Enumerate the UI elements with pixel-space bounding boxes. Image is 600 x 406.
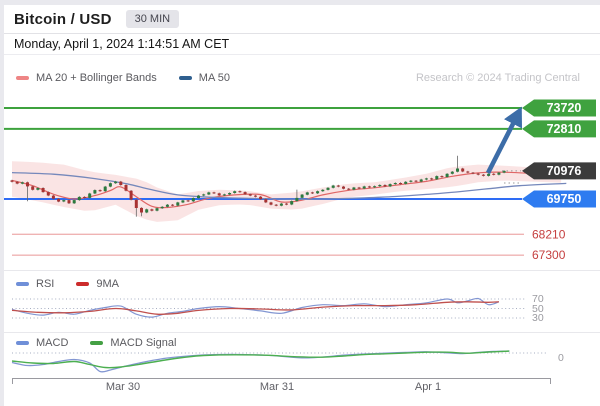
chart-card: Bitcoin / USD 30 MIN Monday, April 1, 20… — [4, 5, 600, 406]
symbol-title: Bitcoin / USD — [14, 10, 112, 28]
price-badges: 73720 72810 70976 69750 — [522, 99, 596, 208]
date-line: Monday, April 1, 2024 1:14:51 AM CET — [4, 34, 600, 55]
x-tick-mar31: Mar 31 — [259, 381, 295, 393]
header: Bitcoin / USD 30 MIN — [4, 5, 600, 34]
research-watermark: Research © 2024 Trading Central — [415, 72, 580, 84]
legend-label: 9MA — [96, 278, 119, 290]
x-tick-mar30: Mar 30 — [105, 381, 141, 393]
macd-line — [11, 350, 510, 373]
rsi-legend: RSI 9MA — [16, 277, 580, 291]
ma20-bollinger-swatch-icon — [16, 76, 29, 80]
x-tick-apr1: Apr 1 — [414, 381, 442, 393]
legend-label: MA 50 — [198, 72, 230, 84]
macd-signal-line — [11, 350, 510, 369]
main-price-chart: 68210 67300 73720 72810 70976 69750 — [4, 99, 596, 262]
rsi-9ma-line — [11, 301, 499, 315]
pane-separator — [4, 270, 600, 271]
macd-pane — [11, 350, 546, 373]
rsi-pane — [11, 297, 526, 319]
timeframe-badge[interactable]: 30 MIN — [125, 10, 180, 28]
svg-text:70976: 70976 — [547, 164, 582, 178]
legend-item-9ma: 9MA — [76, 278, 119, 290]
rsi-level-30-label: 30 — [532, 312, 544, 324]
svg-text:69750: 69750 — [547, 192, 582, 206]
rsi-line — [11, 297, 500, 318]
svg-text:73720: 73720 — [547, 101, 582, 115]
pane-separator — [4, 332, 600, 333]
macd-swatch-icon — [16, 341, 29, 345]
legend-item-ma20-bollinger: MA 20 + Bollinger Bands — [16, 72, 157, 84]
rsi-swatch-icon — [16, 282, 29, 286]
legend-label: MA 20 + Bollinger Bands — [36, 72, 157, 84]
main-chart-legend: MA 20 + Bollinger Bands MA 50 Research ©… — [16, 71, 580, 85]
rsi-9ma-swatch-icon — [76, 282, 90, 286]
up-arrow — [485, 106, 523, 174]
page: Bitcoin / USD 30 MIN Monday, April 1, 20… — [0, 0, 600, 406]
svg-text:67300: 67300 — [532, 248, 566, 262]
svg-text:72810: 72810 — [547, 122, 582, 136]
ma50-swatch-icon — [178, 76, 192, 80]
legend-item-rsi: RSI — [16, 278, 54, 290]
svg-text:68210: 68210 — [532, 227, 566, 241]
macd-signal-swatch-icon — [90, 341, 104, 345]
macd-zero-label: 0 — [558, 352, 564, 364]
legend-item-ma50: MA 50 — [178, 72, 230, 84]
legend-label: RSI — [36, 278, 55, 290]
